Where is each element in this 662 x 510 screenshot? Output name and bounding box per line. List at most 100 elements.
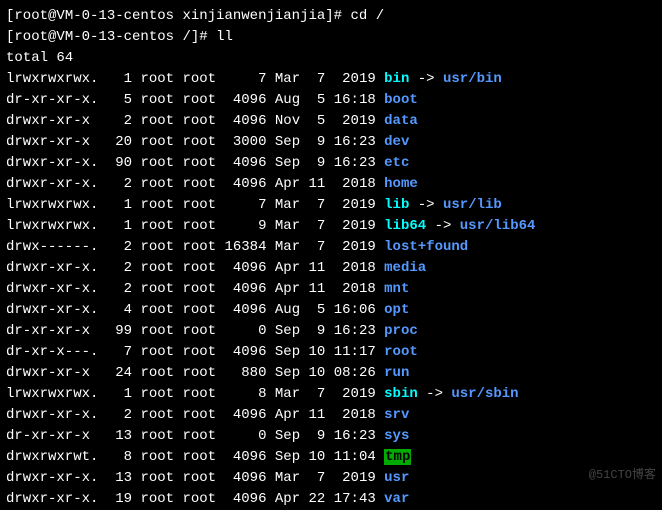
group: root [182, 134, 216, 150]
links: 1 [98, 386, 132, 402]
file-entry: lrwxrwxrwx. 1 root root 7 Mar 7 2019 bin… [6, 69, 656, 90]
permissions: dr-xr-xr-x [6, 428, 98, 444]
file-entry: drwxr-xr-x. 2 root root 4096 Apr 11 2018… [6, 405, 656, 426]
owner: root [140, 92, 174, 108]
time: 08:26 [334, 365, 376, 381]
permissions: drwxrwxrwt. [6, 449, 98, 465]
group: root [182, 260, 216, 276]
month: Mar [275, 470, 300, 486]
file-entry: drwxr-xr-x. 19 root root 4096 Apr 22 17:… [6, 489, 656, 510]
day: 7 [309, 197, 326, 213]
time: 16:18 [334, 92, 376, 108]
group: root [182, 239, 216, 255]
file-name: usr [384, 470, 409, 486]
owner: root [140, 134, 174, 150]
time: 11:17 [334, 344, 376, 360]
file-listing: lrwxrwxrwx. 1 root root 7 Mar 7 2019 bin… [6, 69, 656, 510]
file-name: lib64 [384, 218, 426, 234]
size: 4096 [224, 449, 266, 465]
links: 99 [98, 323, 132, 339]
size: 16384 [224, 239, 266, 255]
file-entry: dr-xr-xr-x 13 root root 0 Sep 9 16:23 sy… [6, 426, 656, 447]
size: 4096 [224, 113, 266, 129]
owner: root [140, 302, 174, 318]
size: 4096 [224, 260, 266, 276]
file-entry: drwxr-xr-x 2 root root 4096 Nov 5 2019 d… [6, 111, 656, 132]
permissions: drwxr-xr-x. [6, 491, 98, 507]
group: root [182, 470, 216, 486]
links: 19 [98, 491, 132, 507]
group: root [182, 113, 216, 129]
size: 4096 [224, 92, 266, 108]
owner: root [140, 260, 174, 276]
permissions: drwxr-xr-x. [6, 155, 98, 171]
prompt-path: / [182, 29, 190, 45]
file-name: data [384, 113, 418, 129]
command: cd / [351, 8, 385, 24]
month: Apr [275, 260, 300, 276]
file-name: run [384, 365, 409, 381]
file-name: var [384, 491, 409, 507]
file-entry: lrwxrwxrwx. 1 root root 9 Mar 7 2019 lib… [6, 216, 656, 237]
owner: root [140, 470, 174, 486]
owner: root [140, 407, 174, 423]
file-entry: dr-xr-xr-x 99 root root 0 Sep 9 16:23 pr… [6, 321, 656, 342]
file-entry: dr-xr-xr-x. 5 root root 4096 Aug 5 16:18… [6, 90, 656, 111]
day: 11 [309, 260, 326, 276]
time: 2018 [334, 281, 376, 297]
bracket-close: ]# [325, 8, 350, 24]
permissions: drwxr-xr-x [6, 365, 98, 381]
group: root [182, 344, 216, 360]
symlink-arrow: -> [426, 218, 460, 234]
size: 4096 [224, 281, 266, 297]
permissions: dr-xr-xr-x [6, 323, 98, 339]
time: 16:23 [334, 323, 376, 339]
day: 9 [309, 134, 326, 150]
group: root [182, 281, 216, 297]
day: 7 [309, 470, 326, 486]
group: root [182, 197, 216, 213]
group: root [182, 491, 216, 507]
links: 2 [98, 407, 132, 423]
owner: root [140, 449, 174, 465]
time: 17:43 [334, 491, 376, 507]
total-line: total 64 [6, 48, 656, 69]
owner: root [140, 428, 174, 444]
day: 7 [309, 218, 326, 234]
owner: root [140, 491, 174, 507]
permissions: drwxr-xr-x. [6, 407, 98, 423]
file-entry: drwxr-xr-x 20 root root 3000 Sep 9 16:23… [6, 132, 656, 153]
owner: root [140, 71, 174, 87]
links: 8 [98, 449, 132, 465]
permissions: drwxr-xr-x. [6, 470, 98, 486]
owner: root [140, 344, 174, 360]
permissions: drwxr-xr-x. [6, 302, 98, 318]
links: 24 [98, 365, 132, 381]
group: root [182, 323, 216, 339]
month: Apr [275, 491, 300, 507]
permissions: lrwxrwxrwx. [6, 218, 98, 234]
links: 2 [98, 260, 132, 276]
file-entry: drwxr-xr-x. 13 root root 4096 Mar 7 2019… [6, 468, 656, 489]
symlink-arrow: -> [409, 197, 443, 213]
links: 20 [98, 134, 132, 150]
time: 16:23 [334, 134, 376, 150]
permissions: drwx------. [6, 239, 98, 255]
file-entry: drwxr-xr-x. 90 root root 4096 Sep 9 16:2… [6, 153, 656, 174]
links: 13 [98, 470, 132, 486]
links: 1 [98, 197, 132, 213]
file-name: proc [384, 323, 418, 339]
size: 0 [224, 323, 266, 339]
links: 7 [98, 344, 132, 360]
size: 4096 [224, 302, 266, 318]
day: 9 [309, 155, 326, 171]
file-entry: drwxr-xr-x. 2 root root 4096 Apr 11 2018… [6, 279, 656, 300]
symlink-arrow: -> [409, 71, 443, 87]
day: 7 [309, 71, 326, 87]
day: 22 [309, 491, 326, 507]
group: root [182, 218, 216, 234]
day: 5 [309, 302, 326, 318]
group: root [182, 407, 216, 423]
file-entry: drwxr-xr-x. 2 root root 4096 Apr 11 2018… [6, 174, 656, 195]
terminal-output: [root@VM-0-13-centos xinjianwenjianjia]#… [6, 6, 656, 510]
